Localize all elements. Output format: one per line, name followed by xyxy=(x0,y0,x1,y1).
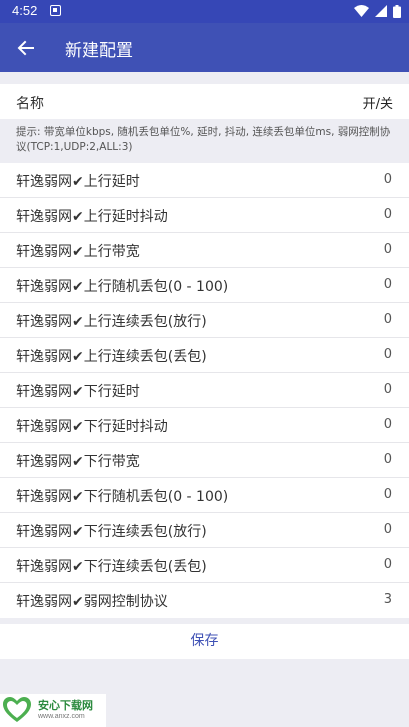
list-item[interactable]: 轩逸弱网✔下行延时抖动 0 xyxy=(0,408,409,443)
page-title: 新建配置 xyxy=(65,41,133,61)
item-value-input[interactable]: 0 xyxy=(384,417,392,432)
app-bar: 新建配置 xyxy=(0,23,409,72)
back-button[interactable] xyxy=(14,36,38,60)
wifi-icon xyxy=(354,5,369,17)
item-label: 轩逸弱网✔下行延时 xyxy=(16,384,140,400)
save-button[interactable]: 保存 xyxy=(0,624,409,659)
list-item[interactable]: 轩逸弱网✔上行延时 0 xyxy=(0,163,409,198)
config-list: 轩逸弱网✔上行延时 0 轩逸弱网✔上行延时抖动 0 轩逸弱网✔上行带宽 0 轩逸弱网✔… xyxy=(0,163,409,618)
item-value-input[interactable]: 0 xyxy=(384,207,392,222)
list-item[interactable]: 轩逸弱网✔上行连续丢包(放行) 0 xyxy=(0,303,409,338)
item-value-input[interactable]: 0 xyxy=(384,242,392,257)
list-item[interactable]: 轩逸弱网✔上行带宽 0 xyxy=(0,233,409,268)
item-value-input[interactable]: 0 xyxy=(384,382,392,397)
item-value-input[interactable]: 0 xyxy=(384,522,392,537)
signal-icon xyxy=(375,5,387,17)
item-label: 轩逸弱网✔下行随机丢包(0 - 100) xyxy=(16,489,229,505)
watermark: 安心下载网 www.anxz.com xyxy=(0,694,106,727)
status-time: 4:52 xyxy=(12,3,38,18)
hint-text: 提示: 带宽单位kbps, 随机丢包单位%, 延时, 抖动, 连续丢包单位ms,… xyxy=(0,119,409,162)
battery-icon xyxy=(393,4,401,18)
item-value-input[interactable]: 0 xyxy=(384,452,392,467)
list-item[interactable]: 轩逸弱网✔下行延时 0 xyxy=(0,373,409,408)
item-value-input[interactable]: 0 xyxy=(384,347,392,362)
item-label: 轩逸弱网✔上行延时抖动 xyxy=(16,209,168,225)
save-label: 保存 xyxy=(190,633,219,649)
item-value-input[interactable]: 3 xyxy=(384,592,392,607)
notification-icon xyxy=(50,5,61,16)
list-item[interactable]: 轩逸弱网✔弱网控制协议 3 xyxy=(0,583,409,618)
watermark-brand: 安心下载网 xyxy=(38,699,93,712)
list-item[interactable]: 轩逸弱网✔下行带宽 0 xyxy=(0,443,409,478)
item-label: 轩逸弱网✔上行延时 xyxy=(16,174,140,190)
item-label: 轩逸弱网✔下行连续丢包(丢包) xyxy=(16,559,207,575)
item-label: 轩逸弱网✔弱网控制协议 xyxy=(16,594,168,610)
status-bar: 4:52 xyxy=(0,0,409,23)
watermark-url: www.anxz.com xyxy=(38,713,85,720)
item-label: 轩逸弱网✔下行带宽 xyxy=(16,454,140,470)
on-off-toggle[interactable]: 开/关 xyxy=(363,93,393,112)
item-label: 轩逸弱网✔上行连续丢包(丢包) xyxy=(16,349,207,365)
item-label: 轩逸弱网✔上行带宽 xyxy=(16,244,140,260)
list-item[interactable]: 轩逸弱网✔下行连续丢包(丢包) 0 xyxy=(0,548,409,583)
heart-logo-icon xyxy=(3,697,31,722)
list-item[interactable]: 轩逸弱网✔下行连续丢包(放行) 0 xyxy=(0,513,409,548)
system-icons xyxy=(354,3,401,19)
list-item[interactable]: 轩逸弱网✔上行连续丢包(丢包) 0 xyxy=(0,338,409,373)
name-row: 名称 开/关 xyxy=(0,84,409,119)
item-value-input[interactable]: 0 xyxy=(384,172,392,187)
list-item[interactable]: 轩逸弱网✔上行随机丢包(0 - 100) 0 xyxy=(0,268,409,303)
item-value-input[interactable]: 0 xyxy=(384,487,392,502)
item-value-input[interactable]: 0 xyxy=(384,277,392,292)
item-label: 轩逸弱网✔下行延时抖动 xyxy=(16,419,168,435)
item-value-input[interactable]: 0 xyxy=(384,557,392,572)
item-label: 轩逸弱网✔下行连续丢包(放行) xyxy=(16,524,207,540)
list-item[interactable]: 轩逸弱网✔下行随机丢包(0 - 100) 0 xyxy=(0,478,409,513)
arrow-left-icon xyxy=(17,40,34,56)
item-label: 轩逸弱网✔上行随机丢包(0 - 100) xyxy=(16,279,229,295)
item-value-input[interactable]: 0 xyxy=(384,312,392,327)
name-label: 名称 xyxy=(16,96,44,112)
list-item[interactable]: 轩逸弱网✔上行延时抖动 0 xyxy=(0,198,409,233)
item-label: 轩逸弱网✔上行连续丢包(放行) xyxy=(16,314,207,330)
